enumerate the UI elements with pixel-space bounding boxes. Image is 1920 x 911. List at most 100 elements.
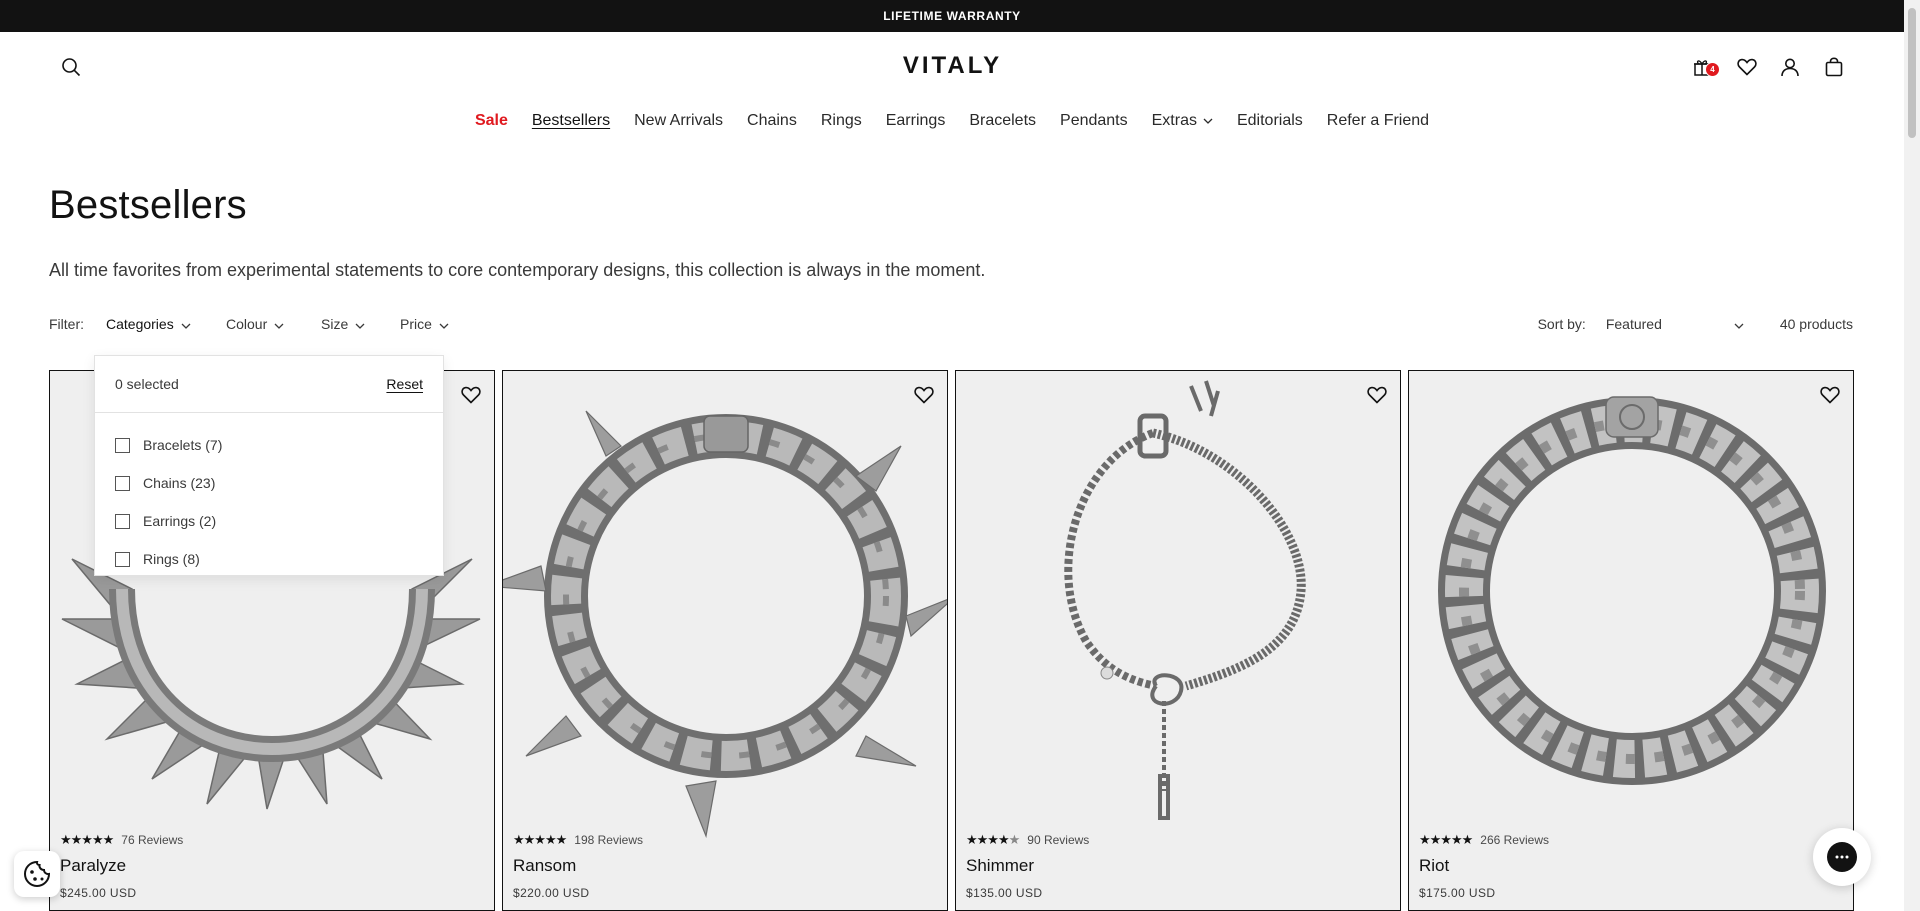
chevron-down-icon — [355, 316, 365, 332]
brand-logo-text: VITALY — [903, 52, 1002, 78]
brand-logo[interactable]: VITALY — [886, 52, 1019, 79]
chat-button[interactable] — [1813, 828, 1871, 886]
nav-item-chains[interactable]: Chains — [735, 112, 809, 130]
filter-price-label: Price — [400, 316, 432, 332]
category-option-label: Earrings (2) — [143, 513, 217, 529]
chevron-down-icon — [1203, 118, 1213, 124]
star-rating-icon: ★★★★★ — [513, 832, 567, 847]
product-card[interactable]: ★★★★★ 90 Reviews Shimmer $135.00 USD — [955, 370, 1401, 911]
product-image[interactable] — [1408, 370, 1854, 911]
chevron-down-icon — [1734, 316, 1744, 332]
account-icon[interactable] — [1775, 52, 1805, 82]
product-card[interactable]: ★★★★★ 198 Reviews Ransom $220.00 USD — [502, 370, 948, 911]
nav-item-extras[interactable]: Extras — [1140, 112, 1225, 130]
filter-size-button[interactable]: Size — [321, 316, 365, 332]
dropdown-header: 0 selected Reset — [95, 356, 443, 413]
filter-size-label: Size — [321, 316, 349, 332]
nav-item-bestsellers[interactable]: Bestsellers — [520, 112, 622, 130]
filter-label: Filter: — [49, 316, 84, 332]
product-name[interactable]: Shimmer — [966, 856, 1034, 876]
product-price: $220.00 USD — [513, 886, 590, 900]
filter-categories-button[interactable]: Categories — [106, 316, 191, 332]
category-option-rings[interactable]: Rings (8) — [95, 540, 443, 578]
product-name[interactable]: Paralyze — [60, 856, 126, 876]
chevron-down-icon — [439, 316, 449, 332]
product-price: $135.00 USD — [966, 886, 1043, 900]
filter-categories-label: Categories — [106, 316, 174, 332]
category-option-chains[interactable]: Chains (23) — [95, 464, 443, 502]
product-rating: ★★★★★ 90 Reviews — [966, 832, 1089, 848]
star-rating-icon: ★★★★★ — [966, 832, 1020, 847]
product-count: 40 products — [1779, 316, 1853, 332]
wishlist-heart-icon[interactable] — [1732, 52, 1762, 82]
announcement-bar: LIFETIME WARRANTY — [0, 0, 1904, 32]
gift-icon[interactable]: 4 — [1687, 52, 1720, 82]
cuban-chain-image — [1438, 396, 1826, 785]
category-options: Bracelets (7) Chains (23) Earrings (2) R… — [95, 413, 443, 578]
nav-item-bracelets[interactable]: Bracelets — [957, 112, 1048, 130]
review-count: 198 Reviews — [574, 833, 643, 847]
nav-item-refer-a-friend[interactable]: Refer a Friend — [1315, 112, 1441, 130]
fine-chain-image — [1064, 380, 1306, 820]
nav-item-earrings[interactable]: Earrings — [874, 112, 958, 130]
nav-item-editorials[interactable]: Editorials — [1225, 112, 1315, 130]
reset-link[interactable]: Reset — [386, 376, 423, 392]
product-price: $245.00 USD — [60, 886, 137, 900]
product-name[interactable]: Riot — [1419, 856, 1449, 876]
star-rating-icon: ★★★★★ — [60, 832, 114, 847]
star-rating-icon: ★★★★★ — [1419, 832, 1473, 847]
scrollbar-thumb[interactable] — [1908, 8, 1916, 138]
selected-count: 0 selected — [115, 376, 179, 392]
main-nav: Sale Bestsellers New Arrivals Chains Rin… — [0, 100, 1904, 142]
cookie-icon — [23, 860, 51, 888]
category-option-label: Bracelets (7) — [143, 437, 223, 453]
wishlist-heart-icon[interactable] — [911, 382, 937, 408]
sort-select[interactable]: Featured — [1606, 316, 1744, 332]
filter-bar: Filter: Categories Colour Size Price Sor… — [49, 314, 1853, 336]
sort-value: Featured — [1605, 316, 1662, 332]
page-title: Bestsellers — [49, 183, 247, 227]
filter-colour-button[interactable]: Colour — [226, 316, 284, 332]
filter-colour-label: Colour — [226, 316, 268, 332]
chevron-down-icon — [274, 316, 284, 332]
site-header: VITALY 4 — [0, 32, 1904, 100]
wishlist-heart-icon[interactable] — [1364, 382, 1390, 408]
review-count: 90 Reviews — [1027, 833, 1090, 847]
search-icon[interactable] — [56, 52, 86, 82]
category-option-label: Chains (23) — [143, 475, 216, 491]
chat-icon — [1827, 842, 1857, 872]
announcement-text: LIFETIME WARRANTY — [883, 9, 1021, 23]
sort-control: Sort by: Featured 40 products — [1538, 316, 1853, 332]
filter-price-button[interactable]: Price — [400, 316, 449, 332]
nav-item-new-arrivals[interactable]: New Arrivals — [622, 112, 735, 130]
cookie-settings-button[interactable] — [14, 851, 60, 897]
wishlist-heart-icon[interactable] — [458, 382, 484, 408]
thorn-chain-image — [503, 410, 947, 839]
review-count: 266 Reviews — [1480, 833, 1549, 847]
collection-description: All time favorites from experimental sta… — [49, 260, 986, 280]
checkbox[interactable] — [115, 437, 130, 453]
category-option-bracelets[interactable]: Bracelets (7) — [95, 426, 443, 464]
nav-item-pendants[interactable]: Pendants — [1048, 112, 1140, 130]
product-image[interactable] — [502, 370, 948, 911]
product-name[interactable]: Ransom — [513, 856, 576, 876]
checkbox[interactable] — [115, 475, 130, 491]
category-option-label: Rings (8) — [143, 551, 200, 567]
categories-dropdown: 0 selected Reset Bracelets (7) Chains (2… — [94, 355, 444, 576]
gift-badge: 4 — [1705, 62, 1720, 77]
product-rating: ★★★★★ 266 Reviews — [1419, 832, 1549, 848]
product-price: $175.00 USD — [1419, 886, 1496, 900]
nav-item-extras-label: Extras — [1151, 112, 1197, 129]
wishlist-heart-icon[interactable] — [1817, 382, 1843, 408]
category-option-earrings[interactable]: Earrings (2) — [95, 502, 443, 540]
cart-icon[interactable] — [1819, 52, 1849, 82]
product-image[interactable] — [955, 370, 1401, 911]
checkbox[interactable] — [115, 513, 130, 529]
page-scrollbar[interactable] — [1904, 0, 1920, 911]
checkbox[interactable] — [115, 551, 130, 567]
nav-item-rings[interactable]: Rings — [809, 112, 874, 130]
nav-item-sale[interactable]: Sale — [463, 112, 520, 130]
product-rating: ★★★★★ 198 Reviews — [513, 832, 643, 848]
product-card[interactable]: ★★★★★ 266 Reviews Riot $175.00 USD — [1408, 370, 1854, 911]
product-rating: ★★★★★ 76 Reviews — [60, 832, 183, 848]
